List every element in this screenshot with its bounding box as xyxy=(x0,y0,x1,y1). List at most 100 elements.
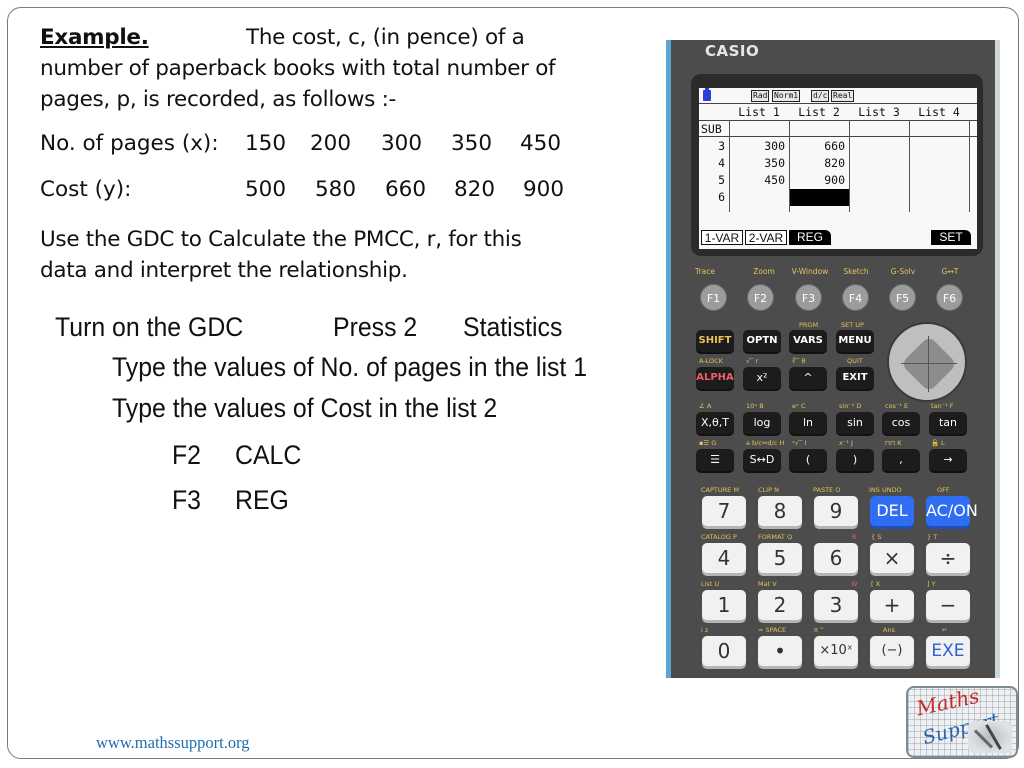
key-5[interactable]: 5 xyxy=(758,543,802,573)
step-f3-action: REG xyxy=(235,485,289,515)
row-index: 4 xyxy=(718,156,725,170)
list2-cell[interactable]: 820 xyxy=(789,155,849,172)
x-squared-key[interactable]: x² xyxy=(743,367,781,389)
key-7[interactable]: 7 xyxy=(702,496,746,526)
key-secondary-label: CAPTURE M xyxy=(701,486,739,494)
delete-key[interactable]: DEL xyxy=(870,496,914,526)
key-2[interactable]: 2 xyxy=(758,590,802,620)
key-secondary-label: [ X xyxy=(871,580,881,588)
shift-key[interactable]: SHIFT xyxy=(696,330,734,352)
status-bar: Rad Norm1 d/c Real xyxy=(699,88,977,104)
list2-cell[interactable]: 900 xyxy=(789,172,849,189)
key-secondary-label: OFF xyxy=(937,486,950,494)
softkey-1var[interactable]: 1-VAR xyxy=(701,230,743,245)
frac-key[interactable]: ☰ xyxy=(696,449,734,471)
status-badge: Rad xyxy=(751,90,770,102)
list1-cell[interactable]: 450 xyxy=(729,172,789,189)
list1-cell[interactable]: 300 xyxy=(729,138,789,155)
key-secondary-label: ] Y xyxy=(927,580,936,588)
key-secondary-label: PASTE O xyxy=(813,486,841,494)
step-f2-key: F2 xyxy=(172,440,201,470)
softkey-reg[interactable]: REG xyxy=(789,230,831,245)
cell-cursor[interactable] xyxy=(789,189,849,206)
compass-icon xyxy=(968,721,1012,753)
key-secondary-label: ∛‾ θ xyxy=(792,357,806,365)
cos-key[interactable]: cos xyxy=(882,412,920,434)
status-badge: Norm1 xyxy=(772,90,801,102)
list2-cell[interactable]: 660 xyxy=(789,138,849,155)
task-line-2: data and interpret the relationship. xyxy=(40,258,408,283)
close-paren-key[interactable]: ) xyxy=(836,449,874,471)
ac-on-key[interactable]: AC/ON xyxy=(926,496,978,526)
plus-key[interactable]: + xyxy=(870,590,914,620)
key-4[interactable]: 4 xyxy=(702,543,746,573)
key-secondary-label: = SPACE xyxy=(758,626,787,634)
cost-value: 500 xyxy=(245,177,287,202)
pages-value: 150 xyxy=(245,131,287,156)
f4-key[interactable]: F4 xyxy=(842,284,869,311)
softkey-set[interactable]: SET xyxy=(931,230,971,245)
task-line-1: Use the GDC to Calculate the PMCC, r, fo… xyxy=(40,227,522,252)
power-key[interactable]: ^ xyxy=(789,367,827,389)
step-list1: Type the values of No. of pages in the l… xyxy=(112,352,588,382)
list-header-row: List 1 List 2 List 3 List 4 xyxy=(699,104,977,121)
key-secondary-label: A-LOCK xyxy=(699,357,723,365)
s-to-d-key[interactable]: S↔D xyxy=(743,449,781,471)
key-0[interactable]: 0 xyxy=(702,636,746,666)
step-f2-action: CALC xyxy=(235,440,302,470)
list1-cell[interactable]: 350 xyxy=(729,155,789,172)
f2-key[interactable]: F2 xyxy=(747,284,774,311)
calculator-screen: Rad Norm1 d/c Real List 1 List 2 List 3 … xyxy=(699,88,977,249)
minus-key[interactable]: − xyxy=(926,590,970,620)
key-secondary-label: { S xyxy=(871,533,882,541)
exe-key[interactable]: EXE xyxy=(926,636,970,666)
exit-key[interactable]: EXIT xyxy=(836,367,874,389)
key-secondary-label: R xyxy=(852,533,857,541)
website-link[interactable]: www.mathssupport.org xyxy=(96,733,250,753)
table-row: 5 450 900 xyxy=(699,172,977,189)
softkey-2var[interactable]: 2-VAR xyxy=(745,230,787,245)
intro-line-1: The cost, c, (in pence) of a xyxy=(246,25,525,50)
key-9[interactable]: 9 xyxy=(814,496,858,526)
key-1[interactable]: 1 xyxy=(702,590,746,620)
key-secondary-label: PRGM xyxy=(799,321,819,329)
key-secondary-label: CATALOG P xyxy=(701,533,737,541)
maths-support-logo: Maths Support xyxy=(906,686,1018,758)
optn-key[interactable]: OPTN xyxy=(743,330,781,352)
tan-key[interactable]: tan xyxy=(929,412,967,434)
column-divider xyxy=(789,120,790,212)
key-secondary-label: List U xyxy=(701,580,720,588)
list1-cell[interactable] xyxy=(729,189,789,206)
f5-key[interactable]: F5 xyxy=(889,284,916,311)
store-arrow-key[interactable]: → xyxy=(929,449,967,471)
directional-pad[interactable] xyxy=(887,322,967,402)
open-paren-key[interactable]: ( xyxy=(789,449,827,471)
sin-key[interactable]: sin xyxy=(836,412,874,434)
f6-key[interactable]: F6 xyxy=(936,284,963,311)
list-header: List 1 xyxy=(738,105,780,119)
negative-key[interactable]: (−) xyxy=(870,636,914,666)
alpha-key[interactable]: ALPHA xyxy=(696,367,734,389)
status-badge: d/c xyxy=(811,90,830,102)
multiply-key[interactable]: × xyxy=(870,543,914,573)
key-6[interactable]: 6 xyxy=(814,543,858,573)
comma-key[interactable]: , xyxy=(882,449,920,471)
vars-key[interactable]: VARS xyxy=(789,330,827,352)
key-secondary-label: INS UNDO xyxy=(869,486,902,494)
log-key[interactable]: log xyxy=(743,412,781,434)
f3-key[interactable]: F3 xyxy=(795,284,822,311)
menu-key[interactable]: MENU xyxy=(836,330,874,352)
list-header: List 4 xyxy=(918,105,960,119)
step-press: Press 2 xyxy=(333,312,418,342)
ln-key[interactable]: ln xyxy=(789,412,827,434)
table-row: 4 350 820 xyxy=(699,155,977,172)
decimal-point-key[interactable]: • xyxy=(758,636,802,666)
key-8[interactable]: 8 xyxy=(758,496,802,526)
exp-key[interactable]: ×10ˣ xyxy=(814,636,858,666)
key-secondary-label: 🔓 L xyxy=(931,439,945,447)
key-secondary-label: Ans xyxy=(883,626,895,634)
f1-key[interactable]: F1 xyxy=(700,284,727,311)
key-3[interactable]: 3 xyxy=(814,590,858,620)
divide-key[interactable]: ÷ xyxy=(926,543,970,573)
xthetat-key[interactable]: X,θ,T xyxy=(696,412,734,434)
